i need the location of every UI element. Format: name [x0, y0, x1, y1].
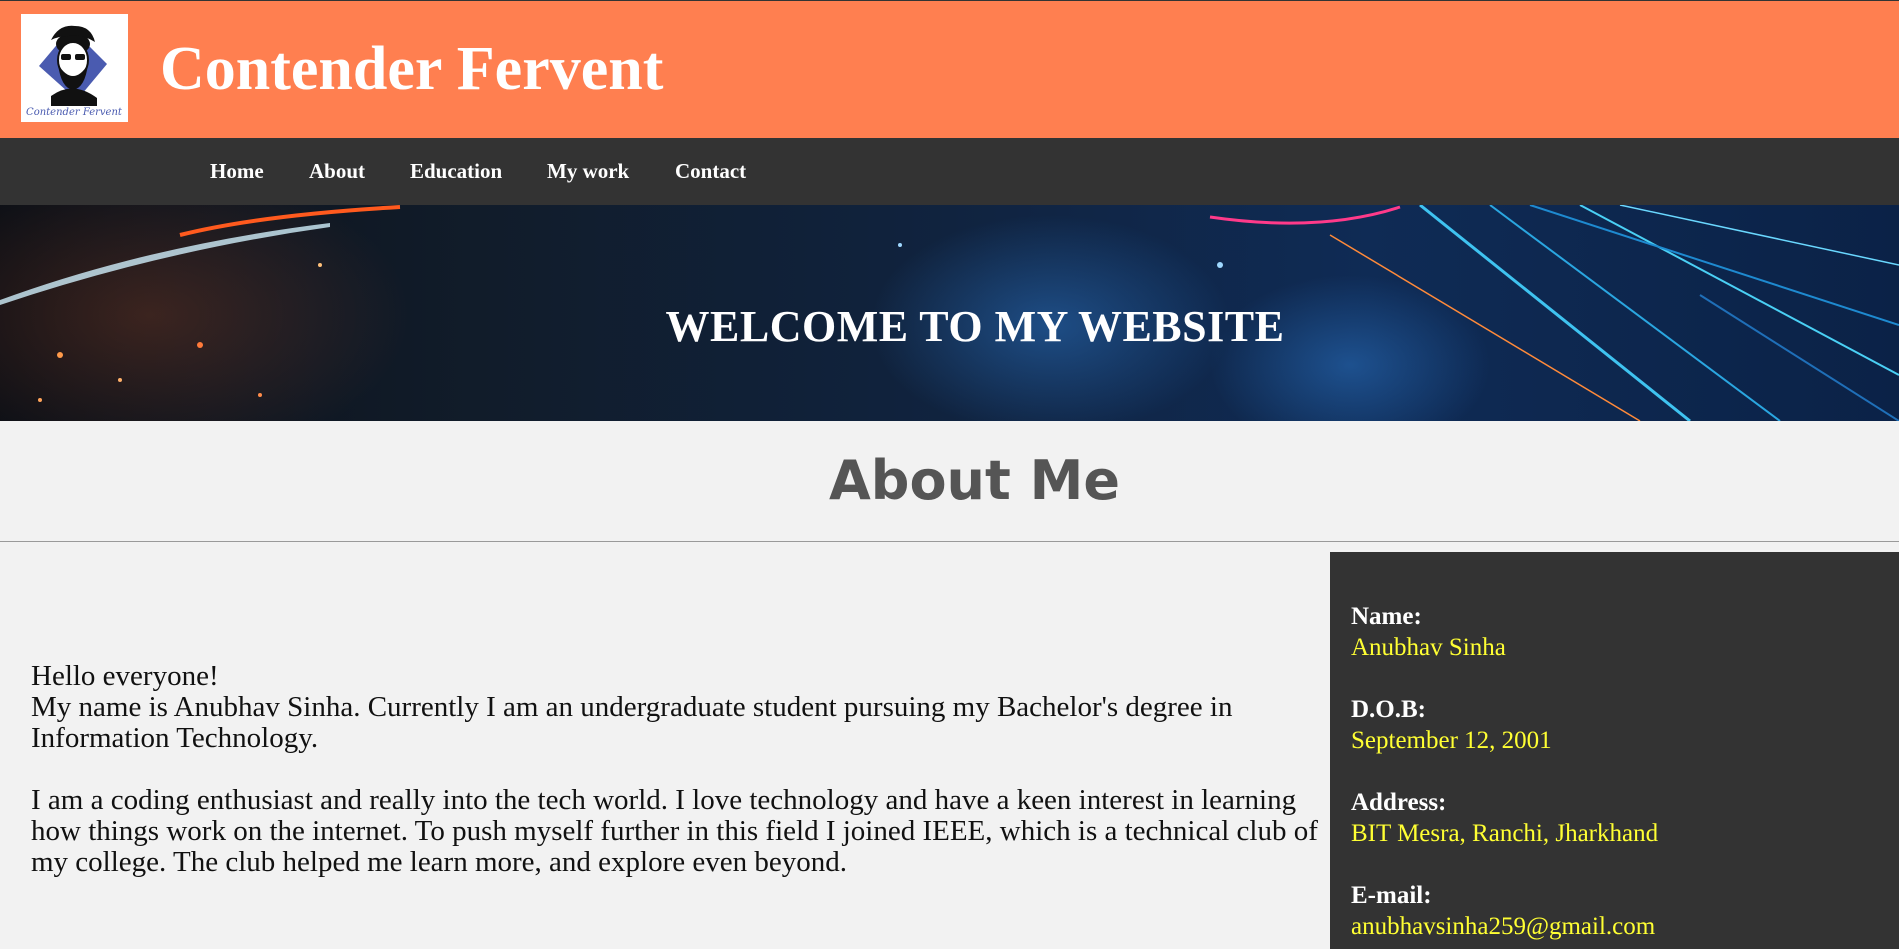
section-divider [0, 541, 1899, 542]
address-label: Address: [1351, 789, 1447, 816]
hero-banner: WELCOME TO MY WEBSITE [0, 205, 1899, 421]
bio-paragraph-2: I am a coding enthusiast and really into… [31, 784, 1318, 878]
bio-paragraph-1: Hello everyone! My name is Anubhav Sinha… [31, 661, 1321, 754]
nav-item-about[interactable]: About [309, 158, 365, 184]
email-label: E-mail: [1351, 882, 1432, 909]
navbar: Home About Education My work Contact [0, 138, 1899, 205]
dob-value: September 12, 2001 [1351, 727, 1552, 754]
name-value: Anubhav Sinha [1351, 634, 1506, 661]
bio-section: Hello everyone! My name is Anubhav Sinha… [31, 661, 1321, 909]
nav-item-home[interactable]: Home [210, 158, 264, 184]
dob-label: D.O.B: [1351, 696, 1426, 723]
about-heading: About Me [829, 449, 1120, 512]
avatar-logo-icon: Contender Fervent [26, 25, 123, 118]
bio-greeting: Hello everyone! [31, 660, 219, 692]
personal-info-panel: Name: Anubhav Sinha D.O.B: September 12,… [1330, 552, 1899, 949]
email-value[interactable]: anubhavsinha259@gmail.com [1351, 911, 1899, 942]
nav-item-contact[interactable]: Contact [675, 158, 746, 184]
logo-text: Contender Fervent [26, 107, 123, 118]
site-title: Contender Fervent [160, 35, 664, 103]
nav-item-my-work[interactable]: My work [547, 158, 629, 184]
banner-heading: WELCOME TO MY WEBSITE [665, 302, 1285, 351]
address-value: BIT Mesra, Ranchi, Jharkhand [1351, 820, 1659, 847]
bio-intro: My name is Anubhav Sinha. Currently I am… [31, 691, 1233, 754]
name-label: Name: [1351, 603, 1422, 630]
nav-item-education[interactable]: Education [410, 158, 502, 184]
site-header: Contender Fervent Contender Fervent [0, 0, 1899, 138]
logo[interactable]: Contender Fervent [21, 14, 128, 122]
